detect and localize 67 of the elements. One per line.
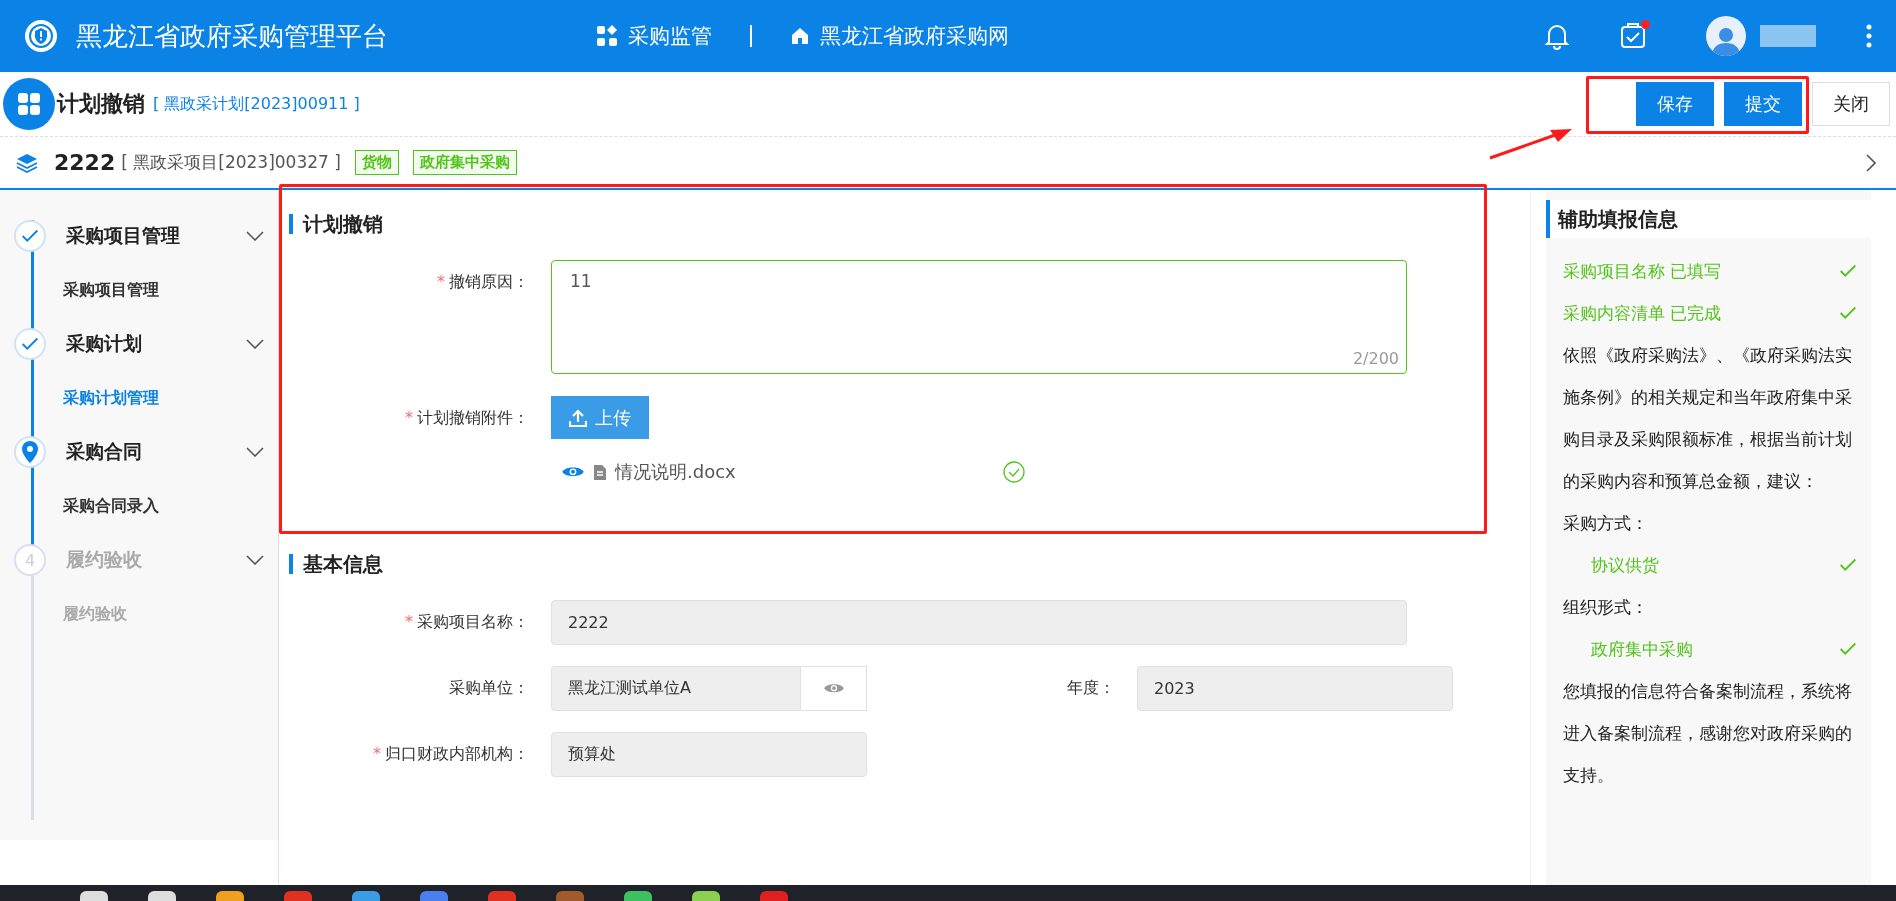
field-label: * 归口财政内部机构： [372, 743, 530, 765]
project-tag: 货物 [354, 150, 399, 175]
char-count: 2/200 [1352, 349, 1399, 368]
field-label: * 撤销原因： [436, 271, 530, 293]
step-subitem[interactable]: 采购项目管理 [0, 264, 278, 316]
step-header[interactable]: 采购合同 [0, 424, 278, 480]
platform-title: 黑龙江省政府采购管理平台 [76, 19, 389, 53]
module-icon [3, 78, 55, 130]
text-field[interactable]: 黑龙江测试单位A [551, 666, 801, 711]
helper-text: 依照《政府采购法》、《政府采购法实施条例》的相关规定和当年政府集中采购目录及采购限额标准，根据当前计划的采购内容和预算总金额，建议： [1563, 344, 1853, 493]
field-label: * 计划撤销附件： [404, 407, 530, 429]
required-mark: * [405, 408, 413, 427]
taskbar-app-icon[interactable] [80, 891, 108, 901]
suggestion-text: 协议供货 [1591, 553, 1659, 577]
user-avatar[interactable] [1706, 16, 1746, 56]
action-button[interactable]: 关闭 [1812, 82, 1890, 126]
blurred-username [1760, 25, 1816, 47]
home-icon [790, 26, 810, 46]
section-title: 基本信息 [289, 554, 1530, 574]
action-button[interactable]: 保存 [1636, 82, 1714, 126]
required-mark: * [405, 612, 413, 631]
nav-link[interactable]: 采购监管 [596, 22, 712, 50]
field-label: 年度： [1066, 677, 1116, 699]
field-label: * 采购项目名称： [404, 611, 530, 633]
project-name: 2222 [54, 150, 116, 175]
page-title: 计划撤销 [57, 90, 145, 118]
step-subitem[interactable]: 采购计划管理 [0, 372, 278, 424]
taskbar-app-icon[interactable] [692, 891, 720, 901]
step-subitem[interactable]: 采购合同录入 [0, 480, 278, 532]
chevron-down-icon [246, 555, 264, 565]
plan-code: [ 黑政采计划[2023]00911 ] [153, 93, 360, 115]
more-menu-icon[interactable] [1866, 24, 1872, 48]
file-link[interactable]: 情况说明.docx [615, 460, 995, 484]
document-icon [593, 463, 607, 481]
helper-title: 辅助填报信息 [1546, 200, 1871, 238]
step-header[interactable]: 采购计划 [0, 316, 278, 372]
nav-link[interactable]: 黑龙江省政府采购网 [790, 22, 1009, 50]
helper-text: 组织形式： [1563, 596, 1649, 619]
chevron-down-icon [246, 447, 264, 457]
helper-text: 采购方式： [1563, 512, 1649, 535]
taskbar-app-icon[interactable] [352, 891, 380, 901]
field-label: 采购单位： [448, 677, 530, 699]
check-item-text: 采购内容清单 已完成 [1563, 301, 1722, 325]
bell-icon[interactable] [1544, 22, 1570, 50]
suggestion-text: 政府集中采购 [1591, 637, 1693, 661]
step-header[interactable]: 采购项目管理 [0, 208, 278, 264]
chevron-down-icon [246, 231, 264, 241]
helper-text: 您填报的信息符合备案制流程，系统将进入备案制流程，感谢您对政府采购的支持。 [1563, 680, 1853, 787]
required-mark: * [437, 272, 445, 291]
view-button[interactable] [801, 666, 867, 711]
apps-icon [596, 25, 618, 47]
taskbar-app-icon[interactable] [216, 891, 244, 901]
taskbar-app-icon[interactable] [148, 891, 176, 901]
project-code: [ 黑政采项目[2023]00327 ] [121, 151, 341, 174]
text-field[interactable]: 2023 [1137, 666, 1453, 711]
check-item-text: 采购项目名称 已填写 [1563, 259, 1722, 283]
project-tag: 政府集中采购 [412, 150, 517, 175]
section-title: 计划撤销 [289, 214, 1530, 234]
upload-icon [569, 408, 587, 427]
taskbar-app-icon[interactable] [624, 891, 652, 901]
text-field[interactable]: 2222 [551, 600, 1407, 645]
layers-icon [16, 152, 38, 173]
chevron-down-icon [246, 339, 264, 349]
text-field[interactable]: 预算处 [551, 732, 867, 777]
action-button[interactable]: 提交 [1724, 82, 1802, 126]
required-mark: * [373, 744, 381, 763]
emblem-logo-icon [24, 19, 58, 53]
